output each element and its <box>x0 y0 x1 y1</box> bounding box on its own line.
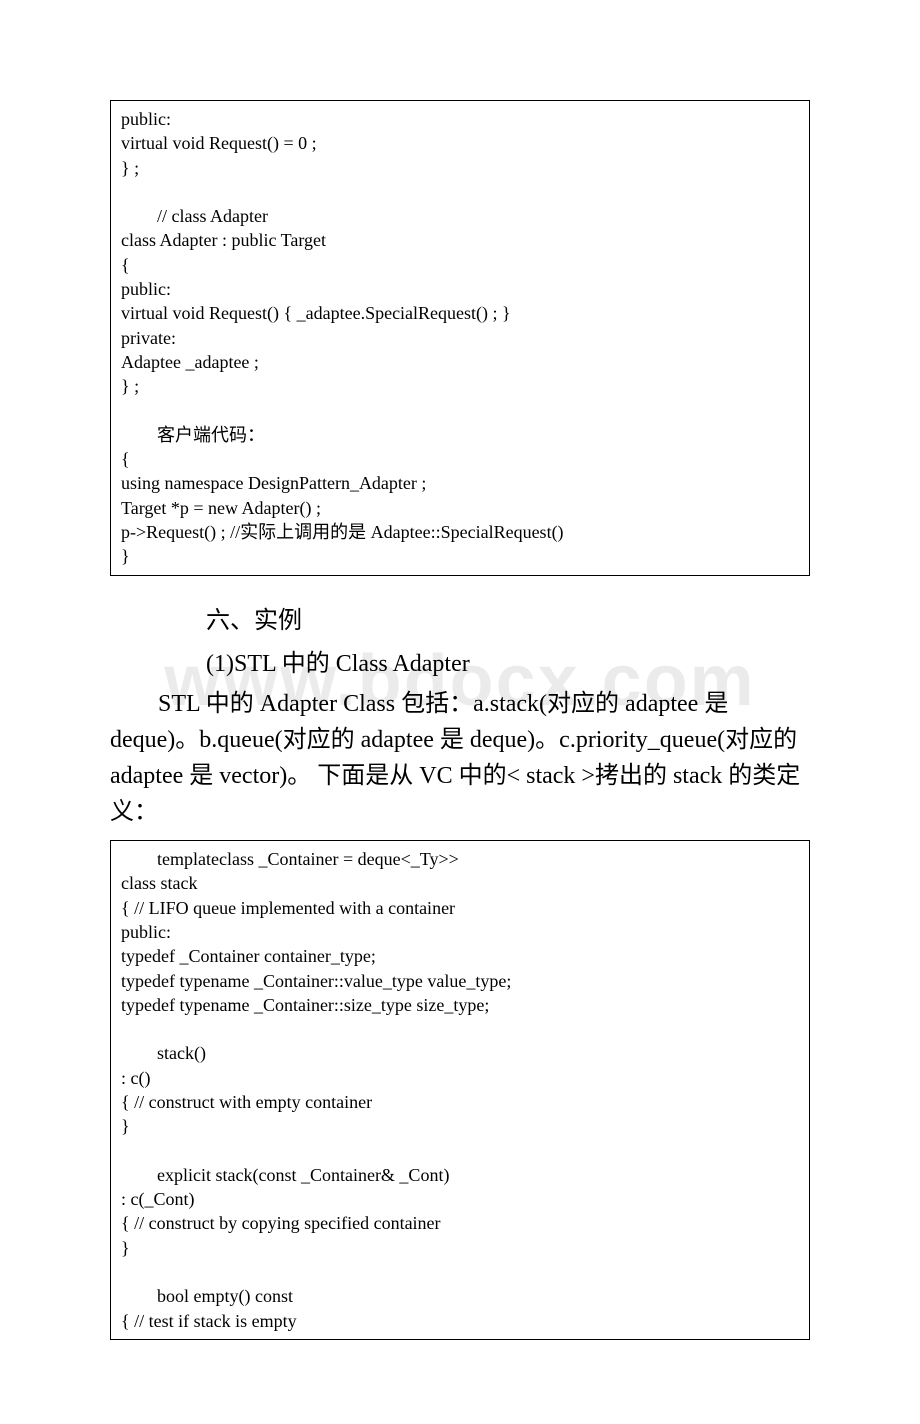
code-line: : c() <box>121 1068 150 1088</box>
subsection-heading-1: (1)STL 中的 Class Adapter <box>110 643 810 686</box>
code-line: class Adapter : public Target <box>121 230 326 250</box>
code-line: } <box>121 1238 130 1258</box>
code-line: virtual void Request() = 0 ; <box>121 133 317 153</box>
paragraph-stl-adapter: STL 中的 Adapter Class 包括：a.stack(对应的 adap… <box>110 686 810 830</box>
code-line: } <box>121 1116 130 1136</box>
code-line: } ; <box>121 376 139 396</box>
code-line: } ; <box>121 158 139 178</box>
code-line: stack() <box>121 1043 206 1063</box>
code-line: public: <box>121 279 171 299</box>
code-line: typedef typename _Container::size_type s… <box>121 995 489 1015</box>
page-content: public: virtual void Request() = 0 ; } ;… <box>0 0 920 1424</box>
code-line: typedef _Container container_type; <box>121 946 376 966</box>
code-line: : c(_Cont) <box>121 1189 195 1209</box>
section-heading-6: 六、实例 <box>110 600 810 643</box>
code-line: { // construct by copying specified cont… <box>121 1213 441 1233</box>
code-line: public: <box>121 109 171 129</box>
code-block-2: templateclass _Container = deque<_Ty>> c… <box>110 840 810 1340</box>
code-line: bool empty() const <box>121 1286 293 1306</box>
code-line: { // test if stack is empty <box>121 1311 297 1331</box>
code-line: public: <box>121 922 171 942</box>
code-block-1: public: virtual void Request() = 0 ; } ;… <box>110 100 810 576</box>
code-line: // class Adapter <box>121 206 268 226</box>
code-line: p->Request() ; //实际上调用的是 Adaptee::Specia… <box>121 522 564 542</box>
code-line: typedef typename _Container::value_type … <box>121 971 511 991</box>
code-line: } <box>121 546 130 566</box>
code-line: { <box>121 255 130 275</box>
code-line: explicit stack(const _Container& _Cont) <box>121 1165 449 1185</box>
code-line: using namespace DesignPattern_Adapter ; <box>121 473 426 493</box>
code-line: class stack <box>121 873 197 893</box>
code-line: private: <box>121 328 176 348</box>
code-line: { // LIFO queue implemented with a conta… <box>121 898 455 918</box>
code-line: { // construct with empty container <box>121 1092 372 1112</box>
code-line: Adaptee _adaptee ; <box>121 352 259 372</box>
code-line: virtual void Request() { _adaptee.Specia… <box>121 303 511 323</box>
code-line: 客户端代码： <box>121 425 265 445</box>
code-line: Target *p = new Adapter() ; <box>121 498 321 518</box>
code-line: templateclass _Container = deque<_Ty>> <box>121 849 459 869</box>
code-line: { <box>121 449 130 469</box>
